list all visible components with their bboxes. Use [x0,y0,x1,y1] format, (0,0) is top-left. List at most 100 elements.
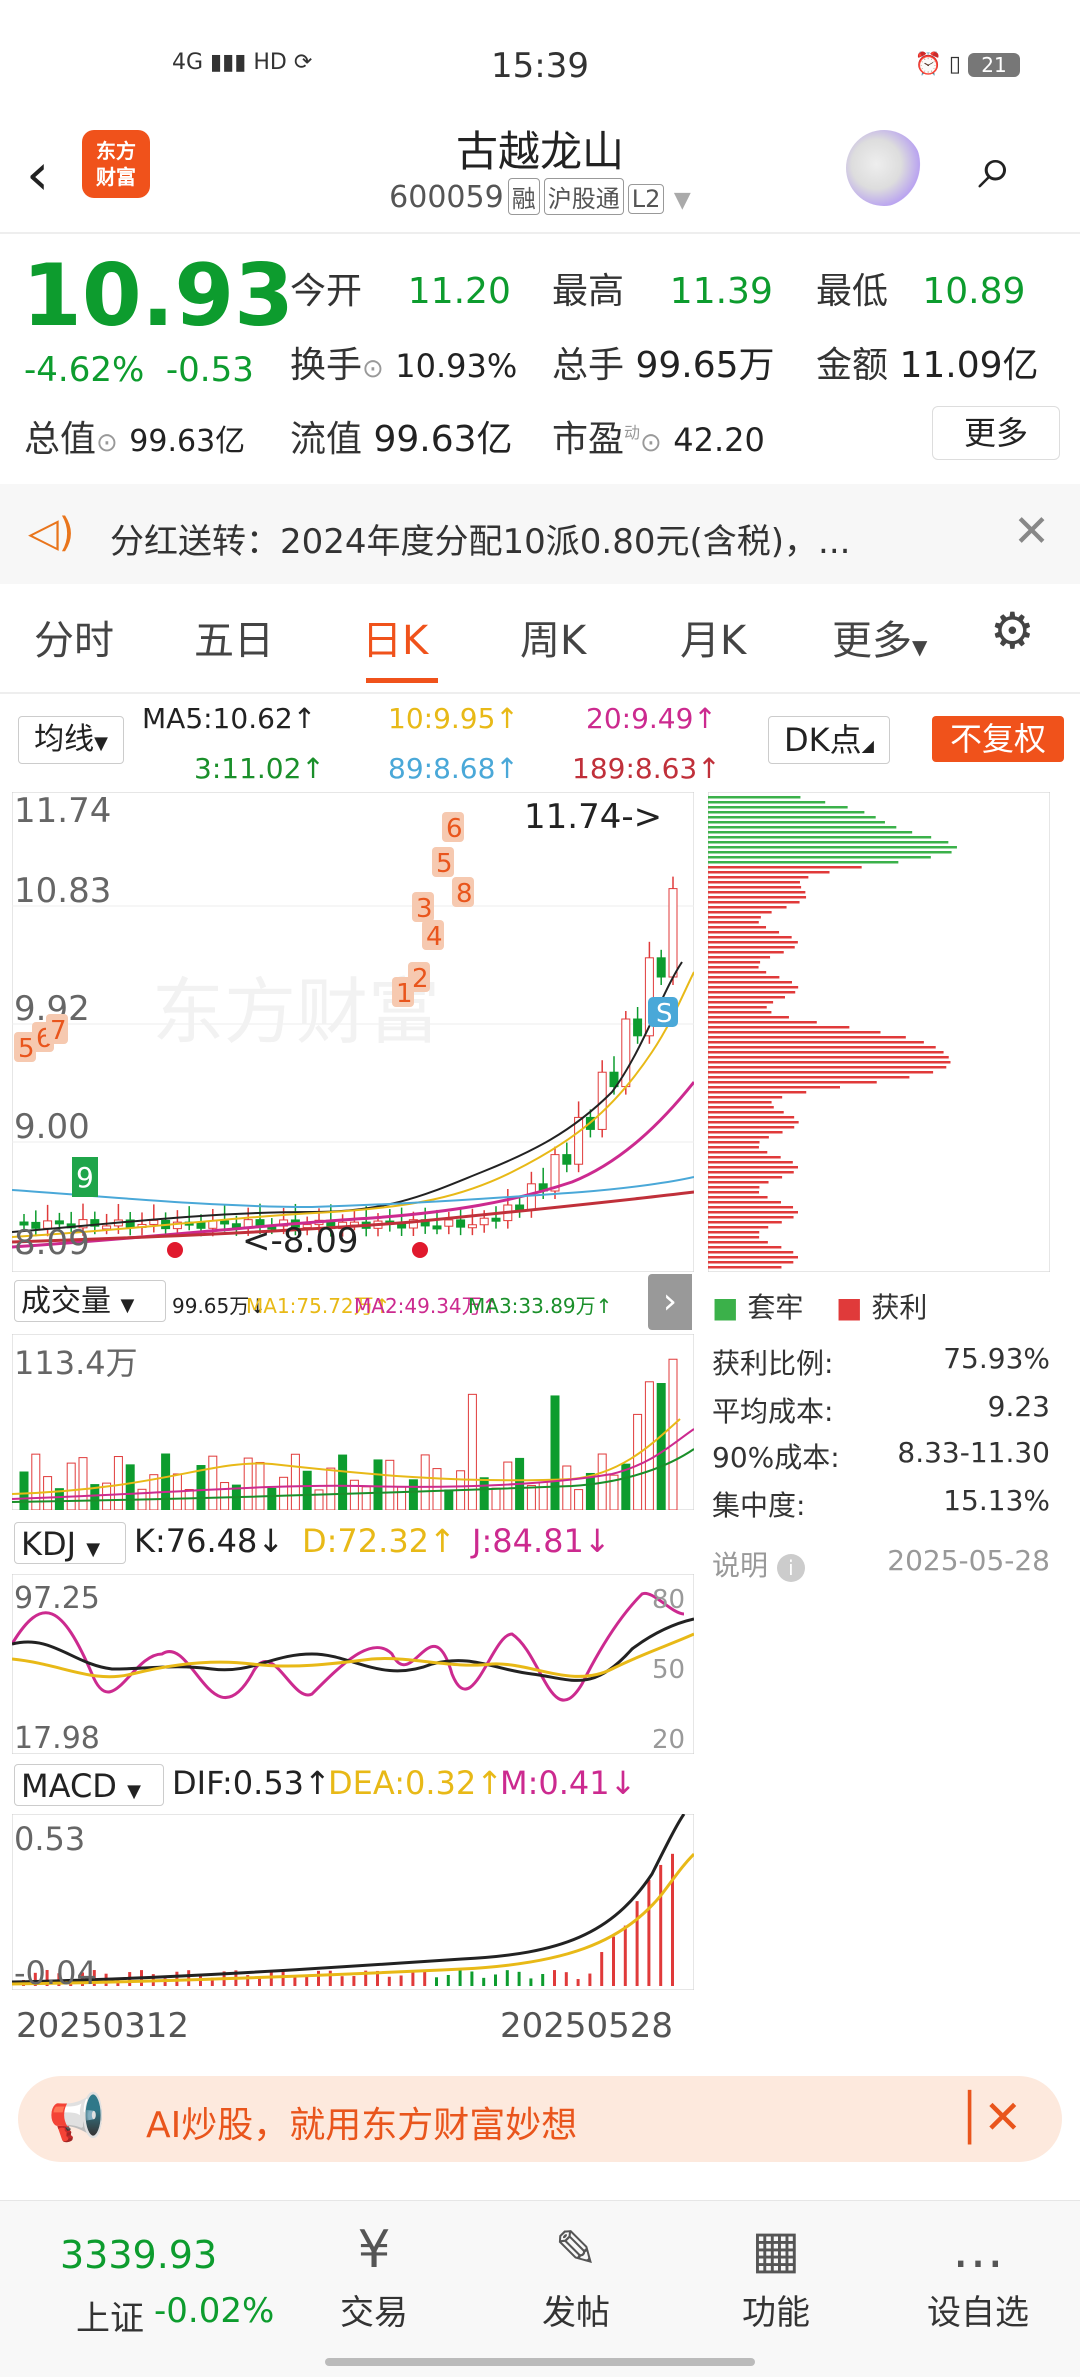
td-number: 4 [426,922,443,952]
bottom-nav: 3339.93 上证 -0.02% ¥ 交易 ✎ 发帖 ▦ 功能 … 设自选 [0,2200,1080,2377]
chip-bar [708,911,772,914]
chip-bar [708,966,759,969]
price-label-mid1: 10.83 [14,871,111,911]
dividend-notice[interactable]: ◁) 分红送转：2024年度分配10派0.80元(含税)，... ✕ [0,484,1080,584]
chip-bar [708,1176,783,1179]
index-change: -0.02% [154,2291,275,2331]
search-icon[interactable]: ⌕ [978,130,1013,204]
tab-more[interactable]: 更多▼ [832,608,927,666]
chip-bar [708,1261,794,1264]
adjust-button[interactable]: 不复权 [932,716,1064,762]
kdj-chart: 97.25 17.98 80 50 20 [12,1574,694,1754]
tab-five-day[interactable]: 五日 [194,608,274,666]
nav-functions[interactable]: ▦ 功能 [716,2215,836,2334]
chip-bar [708,886,802,889]
chip-avg-cost: 平均成本: 9.23 [712,1390,1050,1428]
chip-bar [708,1036,906,1039]
min-marker: <-8.09 [242,1221,358,1261]
vol-max-label: 113.4万 [14,1344,138,1382]
turnover-field: 换手⊙ 10.93% [290,345,518,386]
volume-bar [479,1477,489,1510]
volume-bar [302,1470,312,1510]
macd-dea: DEA:0.32↑ [328,1764,504,1802]
price-change: -4.62% -0.53 [24,350,254,390]
chip-bar [708,811,865,814]
active-tab-underline [366,678,438,683]
chip-bar [708,1106,774,1109]
volume-bar [208,1455,218,1510]
macd-bar [387,1976,391,1986]
macd-selector[interactable]: MACD ▼ [14,1764,164,1806]
volume-selector[interactable]: 成交量 ▼ [14,1280,166,1322]
td-number: 5 [436,849,453,879]
expand-arrow-icon[interactable]: › [648,1274,692,1330]
tab-weekly[interactable]: 周K [520,608,586,666]
chip-bar [708,1136,769,1139]
candle-body [102,1225,112,1230]
td-number: 3 [416,894,433,924]
tab-monthly[interactable]: 月K [680,608,746,666]
macd-bar [328,1970,332,1986]
kline-chart[interactable]: 东方财富 11.74 10.83 9.92 9.00 8.09 11.74-> … [12,792,694,1272]
nav-trade[interactable]: ¥ 交易 [314,2215,434,2334]
chip-bar [708,941,798,944]
ai-robot-icon[interactable] [846,130,922,206]
nav-watchlist[interactable]: … 设自选 [918,2215,1038,2334]
nav-post[interactable]: ✎ 发帖 [516,2215,636,2334]
kdj-bottom-label: 17.98 [14,1721,100,1754]
macd-bar [470,1971,474,1986]
trade-icon: ¥ [357,2220,391,2280]
close-icon[interactable]: ✕ [1013,506,1050,557]
more-button[interactable]: 更多 [932,406,1060,460]
price-label-low: 8.09 [14,1223,90,1263]
chip-bar [708,846,957,849]
tab-intraday[interactable]: 分时 [34,608,114,666]
macd-bar [576,1979,580,1986]
volume-field: 总手 99.65万 [552,345,775,386]
candle-body [656,957,666,978]
status-icons: ⏰ ▯ 21 [915,52,1020,77]
macd-bar [187,1970,191,1986]
chip-bar [708,1046,936,1049]
settings-icon[interactable]: ⚙ [990,602,1035,660]
macd-bar [458,1970,462,1986]
volume-bar [220,1482,230,1510]
chip-bar [708,946,795,949]
macd-chart: 0.53 -0.04 [12,1814,694,1990]
chip-bar [708,1121,799,1124]
chip-bar [708,816,876,819]
chip-bar [708,1131,783,1134]
volume-bar [420,1454,430,1510]
macd-dif: DIF:0.53↑ [172,1764,331,1802]
status-bar: 4G ▮▮▮ HD ⟳ 15:39 ⏰ ▯ 21 [0,0,1080,120]
chat-icon: … [952,2220,1004,2280]
macd-bar [635,1901,639,1986]
tag-l2: L2 [627,184,665,214]
chip-bar [708,831,913,834]
info-icon: i [776,1554,805,1582]
price-label-high: 11.74 [14,792,111,831]
close-icon[interactable]: │✕ [956,2090,1022,2144]
ma-selector[interactable]: 均线▼ [18,716,124,764]
pe-field: 市盈动⊙ 42.20 [552,419,765,460]
chip-bar [708,1126,795,1129]
chip-bar [708,1171,794,1174]
tab-daily[interactable]: 日K [362,608,428,666]
chip-bar [708,1161,793,1164]
kdj-selector[interactable]: KDJ ▼ [14,1522,126,1564]
chip-bar [708,921,759,924]
dk-point-button[interactable]: DK点◢ [768,716,890,764]
volume-bar [633,1413,643,1510]
volume-bar [432,1468,442,1510]
chip-note[interactable]: 说明 i 2025-05-28 [712,1544,1050,1584]
kdj-d: D:72.32↑ [302,1522,456,1560]
ai-banner[interactable]: 📢 AI炒股，就用东方财富妙想 │✕ [18,2076,1062,2162]
tag-margin: 融 [507,178,540,215]
chip-bar [708,1186,760,1189]
td-number: 6 [446,814,463,844]
volume-bar [373,1459,383,1510]
candle-body [456,1219,466,1228]
open-field: 今开 11.20 [290,271,511,312]
candle-body [479,1217,489,1226]
index-value[interactable]: 3339.93 [60,2233,217,2277]
